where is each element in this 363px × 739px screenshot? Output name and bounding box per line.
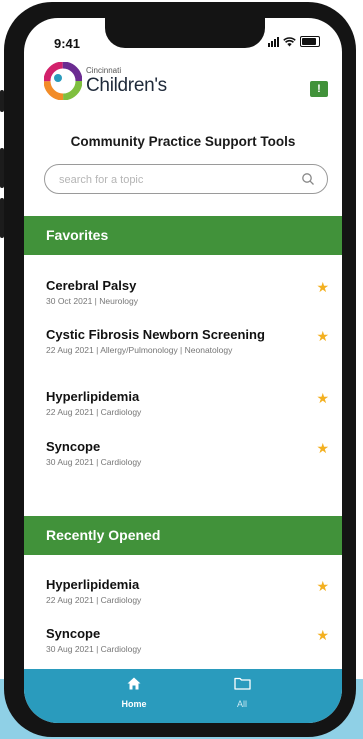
logo-mark-icon [44, 62, 82, 100]
home-icon [127, 677, 141, 690]
search-bar[interactable] [44, 164, 328, 195]
brand-name-text: Children's [86, 75, 167, 96]
star-icon[interactable]: ★ [316, 578, 329, 595]
feedback-chat-button[interactable]: ! [310, 81, 328, 97]
app-header: Cincinnati Children's ! [24, 54, 342, 116]
item-subtitle: 30 Oct 2021 | Neurology [46, 296, 138, 306]
list-item[interactable]: Cerebral Palsy 30 Oct 2021 | Neurology ★ [46, 278, 336, 306]
list-item[interactable]: Hyperlipidemia 22 Aug 2021 | Cardiology … [46, 577, 336, 605]
favorites-header: Favorites [24, 216, 342, 255]
status-icons [268, 36, 320, 47]
chat-icon: ! [317, 83, 321, 95]
item-title: Hyperlipidemia [46, 577, 140, 592]
list-item[interactable]: Hyperlipidemia 22 Aug 2021 | Cardiology … [46, 389, 336, 417]
volume-down-button [0, 198, 4, 238]
wifi-icon [283, 36, 296, 46]
star-icon[interactable]: ★ [316, 328, 329, 345]
item-subtitle: 22 Aug 2021 | Allergy/Pulmonology | Neon… [46, 345, 233, 355]
item-title: Hyperlipidemia [46, 389, 140, 404]
list-item[interactable]: Cystic Fibrosis Newborn Screening 22 Aug… [46, 327, 336, 355]
item-subtitle: 30 Aug 2021 | Cardiology [46, 457, 142, 467]
tab-all[interactable]: All [212, 677, 272, 709]
page-title: Community Practice Support Tools [70, 134, 296, 149]
item-subtitle: 22 Aug 2021 | Cardiology [46, 407, 142, 417]
star-icon[interactable]: ★ [316, 279, 329, 296]
list-item[interactable]: Syncope 30 Aug 2021 | Cardiology ★ [46, 439, 336, 467]
notch [105, 18, 265, 48]
recently-opened-header: Recently Opened [24, 516, 342, 555]
phone-frame: 9:41 Cincinnati Children's ! Community P… [0, 2, 356, 737]
volume-up-button [0, 148, 4, 188]
tab-all-label: All [236, 699, 247, 709]
brand-logo[interactable]: Cincinnati Children's [44, 62, 167, 100]
list-item[interactable]: Syncope 30 Aug 2021 | Cardiology ★ [46, 626, 336, 654]
search-icon[interactable] [301, 172, 315, 186]
item-title: Syncope [46, 626, 101, 641]
star-icon[interactable]: ★ [316, 390, 329, 407]
item-title: Syncope [46, 439, 101, 454]
tab-home[interactable]: Home [104, 677, 164, 709]
brand-top-text: Cincinnati [86, 66, 122, 75]
status-time: 9:41 [54, 36, 81, 51]
search-input[interactable] [57, 165, 291, 195]
item-title: Cerebral Palsy [46, 278, 137, 293]
side-button [0, 90, 4, 112]
item-subtitle: 30 Aug 2021 | Cardiology [46, 644, 142, 654]
tab-home-label: Home [121, 699, 147, 709]
app-screen: 9:41 Cincinnati Children's ! Community P… [24, 18, 342, 723]
item-title: Cystic Fibrosis Newborn Screening [46, 327, 265, 342]
star-icon[interactable]: ★ [316, 440, 329, 457]
battery-icon [300, 36, 320, 47]
star-icon[interactable]: ★ [316, 627, 329, 644]
bottom-tab-bar: Home All [24, 669, 342, 723]
folder-icon [233, 677, 251, 690]
item-subtitle: 22 Aug 2021 | Cardiology [46, 595, 142, 605]
signal-icon [268, 36, 279, 47]
